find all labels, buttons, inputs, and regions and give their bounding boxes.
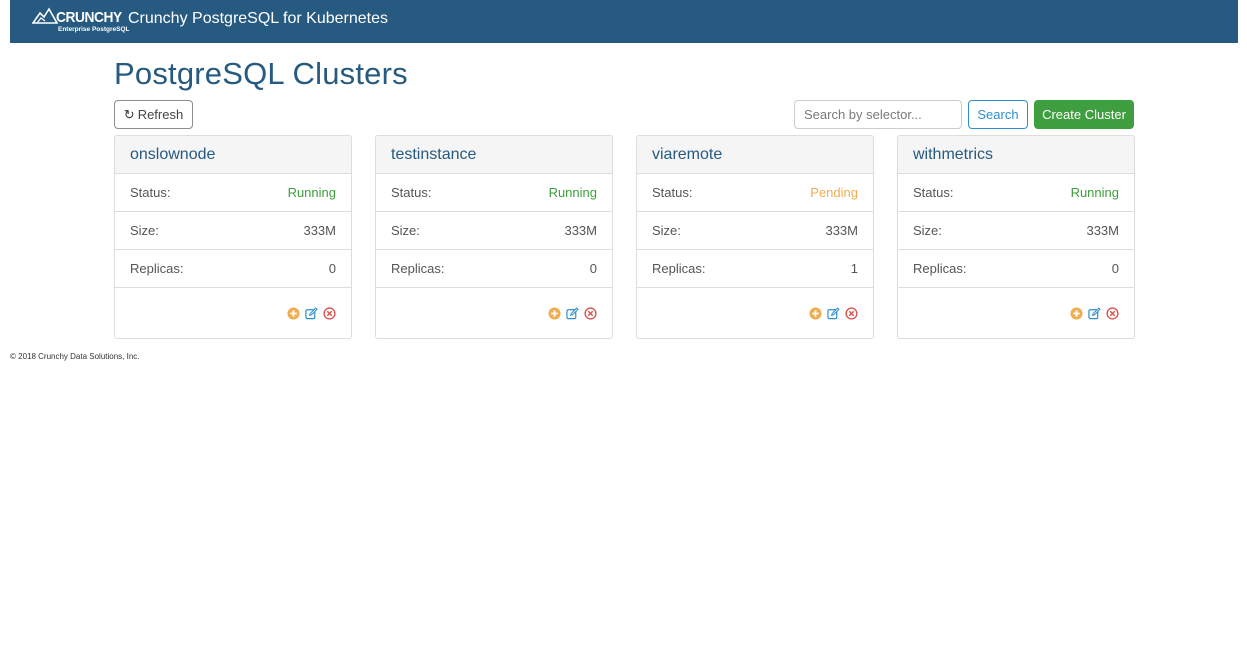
replicas-row: Replicas: 0 — [898, 250, 1134, 288]
size-row: Size: 333M — [898, 212, 1134, 250]
replicas-label: Replicas: — [913, 261, 967, 276]
cluster-card: onslownode Status: Running Size: 333M Re… — [114, 135, 352, 339]
delete-icon[interactable] — [584, 306, 597, 320]
delete-icon[interactable] — [323, 306, 336, 320]
status-value: Pending — [810, 185, 858, 200]
status-value: Running — [548, 185, 597, 200]
cluster-name[interactable]: withmetrics — [898, 136, 1134, 174]
delete-icon[interactable] — [845, 306, 858, 320]
search-input[interactable] — [794, 100, 962, 129]
status-row: Status: Running — [115, 174, 351, 212]
card-actions — [115, 288, 351, 338]
size-value: 333M — [1086, 223, 1119, 238]
size-label: Size: — [652, 223, 681, 238]
replicas-value: 1 — [850, 261, 858, 276]
card-actions — [898, 288, 1134, 338]
size-value: 333M — [564, 223, 597, 238]
replicas-label: Replicas: — [652, 261, 706, 276]
size-row: Size: 333M — [376, 212, 612, 250]
status-value: Running — [1070, 185, 1119, 200]
status-label: Status: — [913, 185, 954, 200]
status-label: Status: — [391, 185, 432, 200]
status-label: Status: — [652, 185, 693, 200]
replicas-label: Replicas: — [130, 261, 184, 276]
size-value: 333M — [825, 223, 858, 238]
cluster-card: testinstance Status: Running Size: 333M … — [375, 135, 613, 339]
size-label: Size: — [391, 223, 420, 238]
card-actions — [637, 288, 873, 338]
navbar: CRUNCHY Enterprise PostgreSQL Crunchy Po… — [10, 0, 1238, 43]
refresh-icon: ↻ — [123, 106, 135, 122]
elephant-logo-icon — [32, 7, 58, 24]
delete-icon[interactable] — [1106, 306, 1119, 320]
replicas-value: 0 — [1111, 261, 1119, 276]
size-row: Size: 333M — [637, 212, 873, 250]
replicas-row: Replicas: 0 — [376, 250, 612, 288]
replicas-value: 0 — [589, 261, 597, 276]
size-label: Size: — [913, 223, 942, 238]
edit-icon[interactable] — [1088, 306, 1101, 320]
footer-copyright: © 2018 Crunchy Data Solutions, Inc. — [10, 352, 140, 361]
edit-icon[interactable] — [566, 306, 579, 320]
page-title: PostgreSQL Clusters — [114, 56, 408, 91]
replicas-row: Replicas: 0 — [115, 250, 351, 288]
card-actions — [376, 288, 612, 338]
status-value: Running — [287, 185, 336, 200]
replicas-label: Replicas: — [391, 261, 445, 276]
status-label: Status: — [130, 185, 171, 200]
add-replica-icon[interactable] — [809, 306, 822, 320]
status-row: Status: Running — [376, 174, 612, 212]
cluster-name[interactable]: viaremote — [637, 136, 873, 174]
edit-icon[interactable] — [305, 306, 318, 320]
refresh-label: Refresh — [137, 107, 184, 122]
edit-icon[interactable] — [827, 306, 840, 320]
cluster-name[interactable]: testinstance — [376, 136, 612, 174]
add-replica-icon[interactable] — [548, 306, 561, 320]
status-row: Status: Running — [898, 174, 1134, 212]
status-row: Status: Pending — [637, 174, 873, 212]
refresh-button[interactable]: ↻ Refresh — [114, 100, 193, 129]
cluster-name[interactable]: onslownode — [115, 136, 351, 174]
replicas-row: Replicas: 1 — [637, 250, 873, 288]
add-replica-icon[interactable] — [1070, 306, 1083, 320]
size-value: 333M — [303, 223, 336, 238]
logo-subtitle: Enterprise PostgreSQL — [58, 26, 130, 33]
cluster-card: viaremote Status: Pending Size: 333M Rep… — [636, 135, 874, 339]
crunchy-logo[interactable]: CRUNCHY Enterprise PostgreSQL — [32, 5, 130, 35]
size-row: Size: 333M — [115, 212, 351, 250]
search-button[interactable]: Search — [968, 100, 1028, 129]
logo-wordmark: CRUNCHY — [56, 9, 122, 26]
app-title[interactable]: Crunchy PostgreSQL for Kubernetes — [128, 10, 388, 28]
add-replica-icon[interactable] — [287, 306, 300, 320]
replicas-value: 0 — [328, 261, 336, 276]
size-label: Size: — [130, 223, 159, 238]
cluster-card: withmetrics Status: Running Size: 333M R… — [897, 135, 1135, 339]
create-cluster-button[interactable]: Create Cluster — [1034, 100, 1134, 129]
